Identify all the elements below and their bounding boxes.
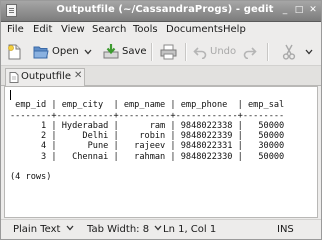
table-row: 3 | Chennai | rahman | 9848022330 | 5000…	[10, 151, 285, 162]
menu-tools[interactable]: Tools	[133, 24, 158, 35]
minimize-button[interactable]: _	[279, 4, 291, 17]
menu-edit[interactable]: Edit	[33, 24, 52, 35]
open-label: Open	[52, 46, 79, 57]
redo-button[interactable]	[241, 43, 259, 61]
print-button[interactable]	[159, 43, 179, 61]
toolbar-separator	[267, 43, 269, 61]
gedit-window: Outputfile (~/CassandraProgs) - gedit _ …	[0, 0, 322, 240]
row-count-line: (4 rows)	[10, 172, 52, 183]
open-recent-dropdown[interactable]	[83, 43, 93, 61]
tab-outputfile[interactable]: Outputfile ✕	[5, 68, 85, 86]
toolbar-separator	[151, 43, 153, 61]
text-editor[interactable]: emp_id | emp_city | emp_name | emp_phone…	[4, 86, 318, 218]
window-title: Outputfile (~/CassandraProgs) - gedit	[56, 4, 274, 15]
chevron-down-icon	[84, 49, 92, 55]
new-document-icon	[8, 44, 21, 60]
tab-width-label: Tab Width: 8	[87, 224, 150, 235]
table-row: 1 | Hyderabad | ram | 9848022338 | 50000	[10, 120, 285, 131]
new-button[interactable]	[5, 43, 25, 61]
table-header-line: emp_id | emp_city | emp_name | emp_phone…	[10, 100, 285, 111]
language-label: Plain Text	[13, 224, 61, 235]
text-file-icon	[9, 72, 19, 83]
open-folder-icon	[33, 46, 49, 59]
save-button[interactable]: Save	[103, 43, 147, 61]
maximize-button[interactable]: □	[293, 4, 305, 17]
document-tab-bar: Outputfile ✕	[1, 66, 321, 86]
menu-documents[interactable]: Documents	[166, 24, 223, 35]
menu-file[interactable]: File	[7, 24, 24, 35]
undo-label: Undo	[210, 46, 237, 57]
close-tab-icon[interactable]: ✕	[74, 70, 82, 81]
undo-icon	[193, 47, 207, 59]
app-icon	[6, 4, 17, 17]
table-row: 2 | Delhi | robin | 9848022339 | 50000	[10, 131, 285, 142]
save-icon	[103, 44, 119, 59]
toolbar-overflow-button[interactable]	[303, 43, 315, 61]
redo-icon	[243, 47, 257, 59]
undo-button[interactable]: Undo	[193, 43, 237, 61]
cursor-position: Ln 1, Col 1	[163, 224, 217, 235]
title-bar[interactable]: Outputfile (~/CassandraProgs) - gedit _ …	[1, 1, 321, 22]
chevron-down-icon	[305, 49, 313, 55]
toolbar: Open Save Undo	[1, 39, 321, 66]
cut-icon	[282, 44, 296, 60]
menu-bar: File Edit View Search Tools Documents He…	[1, 22, 321, 39]
insert-mode-indicator: INS	[277, 224, 294, 235]
open-button[interactable]: Open	[33, 43, 83, 61]
menu-help[interactable]: Help	[223, 24, 246, 35]
table-row: 4 | Pune | rajeev | 9848022331 | 30000	[10, 141, 285, 152]
status-bar: Plain Text Tab Width: 8 Ln 1, Col 1 INS	[1, 219, 321, 239]
save-label: Save	[122, 46, 147, 57]
toolbar-separator	[185, 43, 187, 61]
print-icon	[160, 44, 177, 60]
chevron-down-icon	[66, 225, 74, 231]
language-selector[interactable]: Plain Text	[13, 224, 74, 235]
close-button[interactable]: ✕	[307, 4, 319, 17]
document-content: emp_id | emp_city | emp_name | emp_phone…	[10, 90, 284, 183]
menu-search[interactable]: Search	[92, 24, 126, 35]
menu-view[interactable]: View	[61, 24, 85, 35]
tab-width-selector[interactable]: Tab Width: 8	[87, 224, 162, 235]
tab-label: Outputfile	[21, 71, 71, 82]
table-separator-line: --------+-----------+----------+--------…	[10, 110, 285, 121]
chevron-down-icon	[154, 225, 162, 231]
cut-button[interactable]	[279, 43, 299, 61]
